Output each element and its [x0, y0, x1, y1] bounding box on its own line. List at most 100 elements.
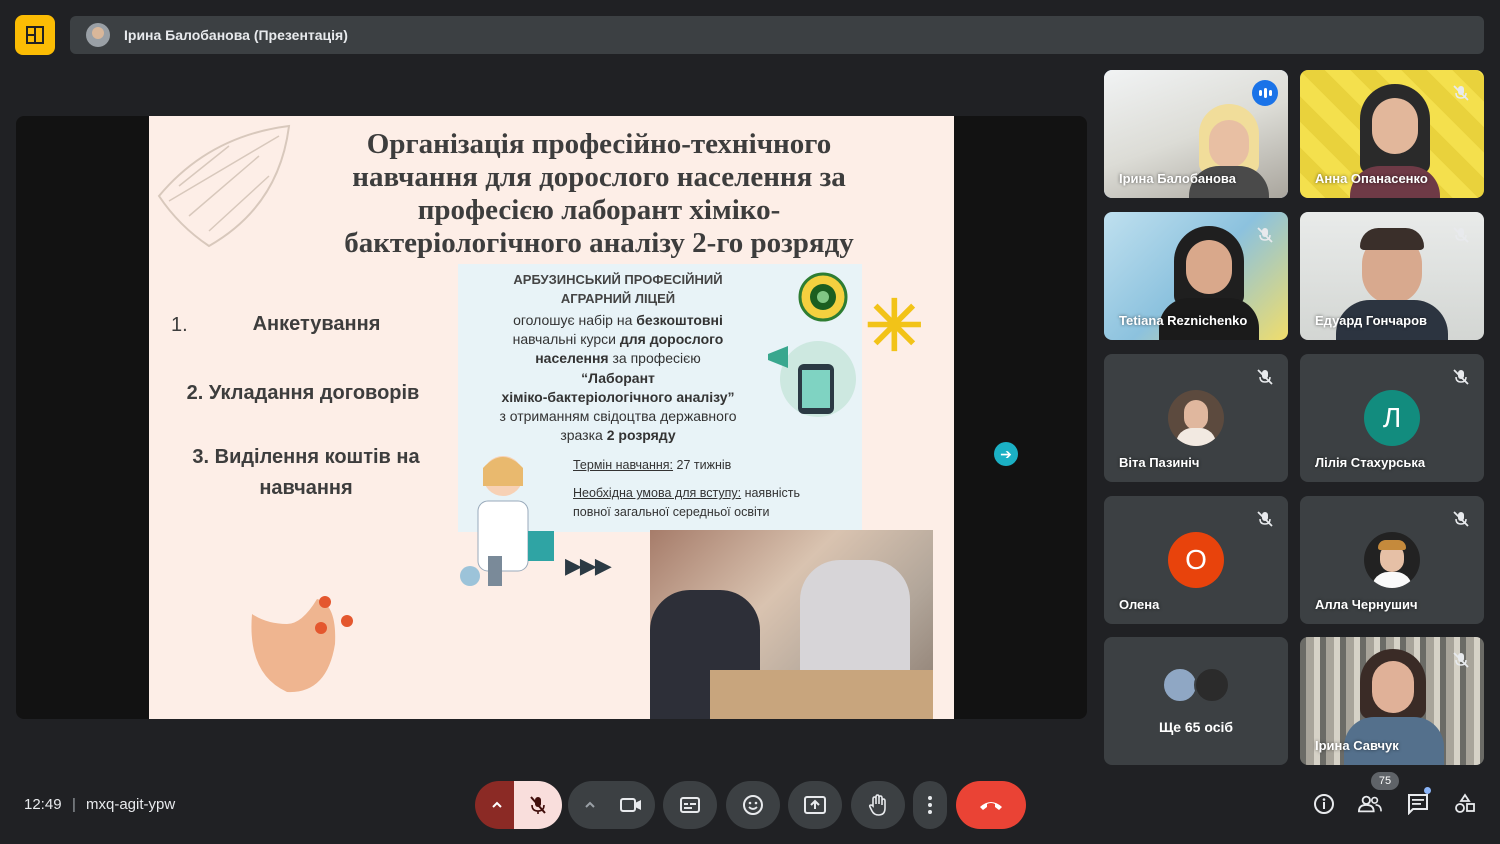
condition-line: Необхідна умова для вступу: наявність [573, 486, 800, 500]
participant-tile[interactable]: Л Лілія Стахурська [1300, 354, 1484, 482]
hang-up-icon [980, 802, 1002, 810]
participant-tile[interactable]: Ірина Балобанова [1104, 70, 1288, 198]
avatar: О [1168, 532, 1224, 588]
announcement-line7: зразка 2 розряду [560, 427, 676, 443]
chat-button[interactable] [1406, 792, 1430, 816]
participant-tile[interactable]: Tetiana Reznichenko [1104, 212, 1288, 340]
more-vertical-icon [928, 796, 932, 814]
mic-off-icon [1453, 511, 1469, 527]
info-icon [1314, 794, 1334, 814]
camera-toggle-button[interactable] [607, 781, 655, 829]
avatar: Л [1364, 390, 1420, 446]
people-icon [1358, 795, 1382, 813]
list-item-contracts: 2. Укладання договорів [186, 382, 420, 404]
announcement-line4: “Лаборант [581, 370, 655, 386]
clock: 12:49 [24, 796, 62, 813]
participant-name: Олена [1119, 597, 1160, 612]
participant-tile[interactable]: Едуард Гончаров [1300, 212, 1484, 340]
phone-megaphone-icon [768, 341, 856, 417]
list-item-funding: 3. Виділення коштів на навчання [192, 446, 420, 499]
slide-title: Організація професійно-технічного навчан… [344, 128, 854, 259]
mic-off-icon [1257, 369, 1273, 385]
raise-hand-button[interactable] [851, 781, 905, 829]
speaking-indicator-icon [1252, 80, 1278, 106]
emoji-icon [743, 795, 763, 815]
school-name-line1: АРБУЗИНСЬКИЙ ПРОФЕСІЙНИЙ [513, 272, 723, 287]
chevron-up-icon [585, 801, 595, 808]
participant-tile[interactable]: О Олена [1104, 496, 1288, 624]
activities-button[interactable] [1453, 792, 1477, 816]
hand-icon [868, 794, 886, 816]
presentation-banner[interactable]: Ірина Балобанова (Презентація) [70, 16, 1484, 54]
reactions-button[interactable] [726, 781, 780, 829]
meeting-details-button[interactable] [1312, 792, 1336, 816]
closed-captions-icon [680, 797, 700, 813]
meeting-code[interactable]: mxq-agit-ypw [86, 796, 175, 813]
chat-icon [1408, 794, 1428, 815]
captions-button[interactable] [663, 781, 717, 829]
activities-icon [1455, 793, 1475, 813]
presenter-avatar [86, 23, 110, 47]
avatar [1162, 667, 1198, 703]
star-decoration-icon: ✳ [865, 287, 924, 365]
leave-call-button[interactable] [956, 781, 1026, 829]
participant-name: Віта Пазиніч [1119, 455, 1200, 470]
participant-tile[interactable]: Ірина Савчук [1300, 637, 1484, 765]
participant-name: Ірина Балобанова [1119, 171, 1236, 186]
present-screen-icon [804, 796, 826, 814]
participant-name: Едуард Гончаров [1315, 313, 1428, 328]
mic-off-icon [1453, 652, 1469, 668]
more-options-button[interactable] [913, 781, 947, 829]
participant-name: Анна Опанасенко [1315, 171, 1428, 186]
participant-tile[interactable]: Віта Пазиніч [1104, 354, 1288, 482]
mic-off-icon [1453, 85, 1469, 101]
leaf-decoration-icon [157, 124, 291, 248]
participant-name: Лілія Стахурська [1315, 455, 1426, 470]
mic-off-icon [1453, 369, 1469, 385]
meet-logo-icon[interactable] [15, 15, 55, 55]
avatar [1364, 532, 1420, 588]
top-bar: Ірина Балобанова (Презентація) [0, 0, 1500, 70]
mic-off-icon [530, 796, 546, 814]
chevron-up-icon [492, 801, 502, 808]
video-camera-icon [620, 798, 641, 812]
participant-tile[interactable]: Алла Чернушич [1300, 496, 1484, 624]
participant-name: Tetiana Reznichenko [1119, 313, 1248, 328]
school-name-line2: АГРАРНИЙ ЛІЦЕЙ [560, 291, 676, 306]
presentation-stage: Організація професійно-технічного навчан… [16, 116, 1087, 719]
video-options-button[interactable] [568, 781, 612, 829]
avatar [1168, 390, 1224, 446]
mic-off-icon [1257, 227, 1273, 243]
mic-toggle-button[interactable] [514, 781, 562, 829]
announcement-line1: оголошує набір на безкоштовні [513, 312, 723, 328]
present-screen-button[interactable] [788, 781, 842, 829]
condition-line2: повної загальної середньої освіти [573, 505, 770, 519]
more-participants-label: Ще 65 осіб [1158, 719, 1234, 735]
shared-slide: Організація професійно-технічного навчан… [149, 116, 954, 719]
participant-name: Алла Чернушич [1315, 597, 1418, 612]
school-emblem-icon [798, 272, 848, 322]
consultation-photo [650, 530, 933, 719]
arrow-right-icon[interactable]: ➔ [994, 442, 1018, 466]
audio-options-button[interactable] [475, 781, 519, 829]
more-participants-tile[interactable]: Ще 65 осіб [1104, 637, 1288, 765]
announcement-line6: з отриманням свідоцтва державного [499, 408, 737, 424]
separator: | [72, 796, 76, 813]
term-line: Термін навчання: 27 тижнів [573, 458, 732, 472]
list-item-survey: Анкетування [252, 313, 381, 335]
bird-decoration-icon [251, 596, 353, 693]
participant-count-badge: 75 [1371, 772, 1399, 790]
mic-off-icon [1257, 511, 1273, 527]
mic-off-icon [1453, 227, 1469, 243]
arrows-decoration-icon: ▶▶▶ [565, 553, 612, 578]
announcement-line3: населення за професією [535, 350, 701, 366]
people-button[interactable] [1358, 792, 1382, 816]
announcement-line2: навчальні курси для дорослого [512, 331, 724, 347]
participant-name: Ірина Савчук [1315, 738, 1399, 753]
participant-tile[interactable]: Анна Опанасенко [1300, 70, 1484, 198]
chat-notification-dot [1424, 787, 1431, 794]
lab-assistant-illustration-icon [460, 456, 554, 586]
avatar [1194, 667, 1230, 703]
list-number-1: 1. [171, 314, 188, 336]
presenter-title: Ірина Балобанова (Презентація) [124, 27, 348, 43]
